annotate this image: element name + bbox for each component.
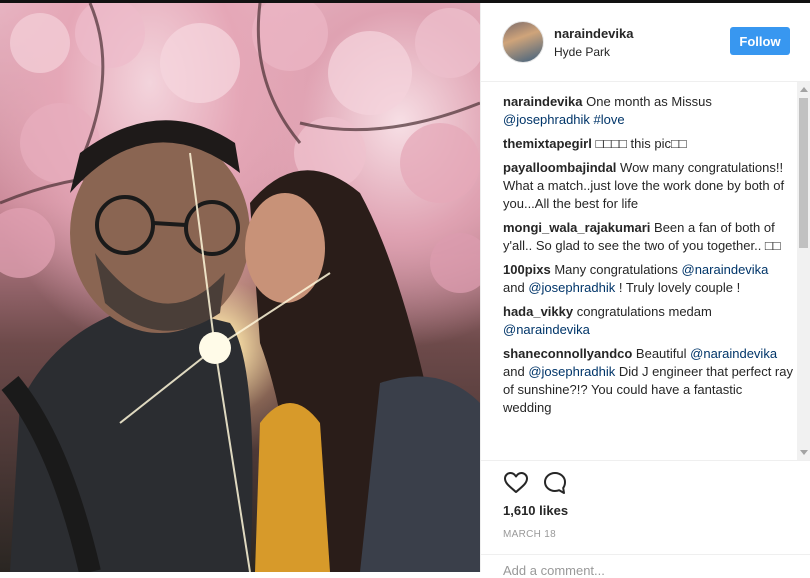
mention-link[interactable]: @josephradhik [503,112,590,127]
comment-item: hada_vikky congratulations medam @narain… [503,303,793,339]
comment-item: shaneconnollyandco Beautiful @naraindevi… [503,345,793,417]
post-photo-illustration [0,3,480,572]
comment-text: Beautiful [632,346,691,361]
vertical-divider [480,3,481,572]
comment-item: mongi_wala_rajakumari Been a fan of both… [503,219,793,255]
comment-item: payalloombajindal Wow many congratulatio… [503,159,793,213]
comment-text: and [503,280,529,295]
comment-username[interactable]: shaneconnollyandco [503,346,632,361]
comment-item: naraindevika One month as Missus @joseph… [503,93,793,129]
header-divider [481,81,810,82]
avatar[interactable] [502,21,544,63]
comment-text: Many congratulations [550,262,682,277]
comment-text: congratulations medam [573,304,712,319]
comment-text: □□□□ this pic□□ [591,136,687,151]
header-username[interactable]: naraindevika [554,26,634,41]
post-photo[interactable] [0,3,480,572]
mention-link[interactable]: @naraindevika [682,262,769,277]
comments-divider [481,460,810,461]
mention-link[interactable]: @josephradhik [528,280,615,295]
post-date[interactable]: MARCH 18 [503,529,556,540]
comment-username[interactable]: 100pixs [503,262,551,277]
mention-link[interactable]: @josephradhik [528,364,615,379]
comment-bubble-icon[interactable] [542,470,568,496]
comment-text: ! Truly lovely couple ! [615,280,741,295]
comments-scrollbar[interactable] [797,82,810,460]
scrollbar-thumb[interactable] [799,98,808,248]
heart-icon[interactable] [503,470,529,496]
post-header: naraindevika Hyde Park Follow [481,3,810,81]
scroll-up-arrow-icon[interactable] [800,87,808,92]
comment-username[interactable]: hada_vikky [503,304,573,319]
likes-count[interactable]: 1,610 likes [503,503,568,518]
comments-list[interactable]: naraindevika One month as Missus @joseph… [503,93,793,460]
add-comment-input[interactable]: Add a comment... [503,563,605,578]
mention-link[interactable]: @naraindevika [503,322,590,337]
comment-username[interactable]: payalloombajindal [503,160,616,175]
mention-link[interactable]: #love [594,112,625,127]
scroll-down-arrow-icon[interactable] [800,450,808,455]
comment-item: 100pixs Many congratulations @naraindevi… [503,261,793,297]
comment-username[interactable]: naraindevika [503,94,583,109]
comment-text: One month as Missus [582,94,712,109]
comment-username[interactable]: themixtapegirl [503,136,592,151]
footer-divider [481,554,810,555]
comment-text: and [503,364,529,379]
follow-button[interactable]: Follow [730,27,790,55]
comment-item: themixtapegirl □□□□ this pic□□ [503,135,793,153]
header-location[interactable]: Hyde Park [554,45,610,59]
mention-link[interactable]: @naraindevika [690,346,777,361]
comment-username[interactable]: mongi_wala_rajakumari [503,220,650,235]
